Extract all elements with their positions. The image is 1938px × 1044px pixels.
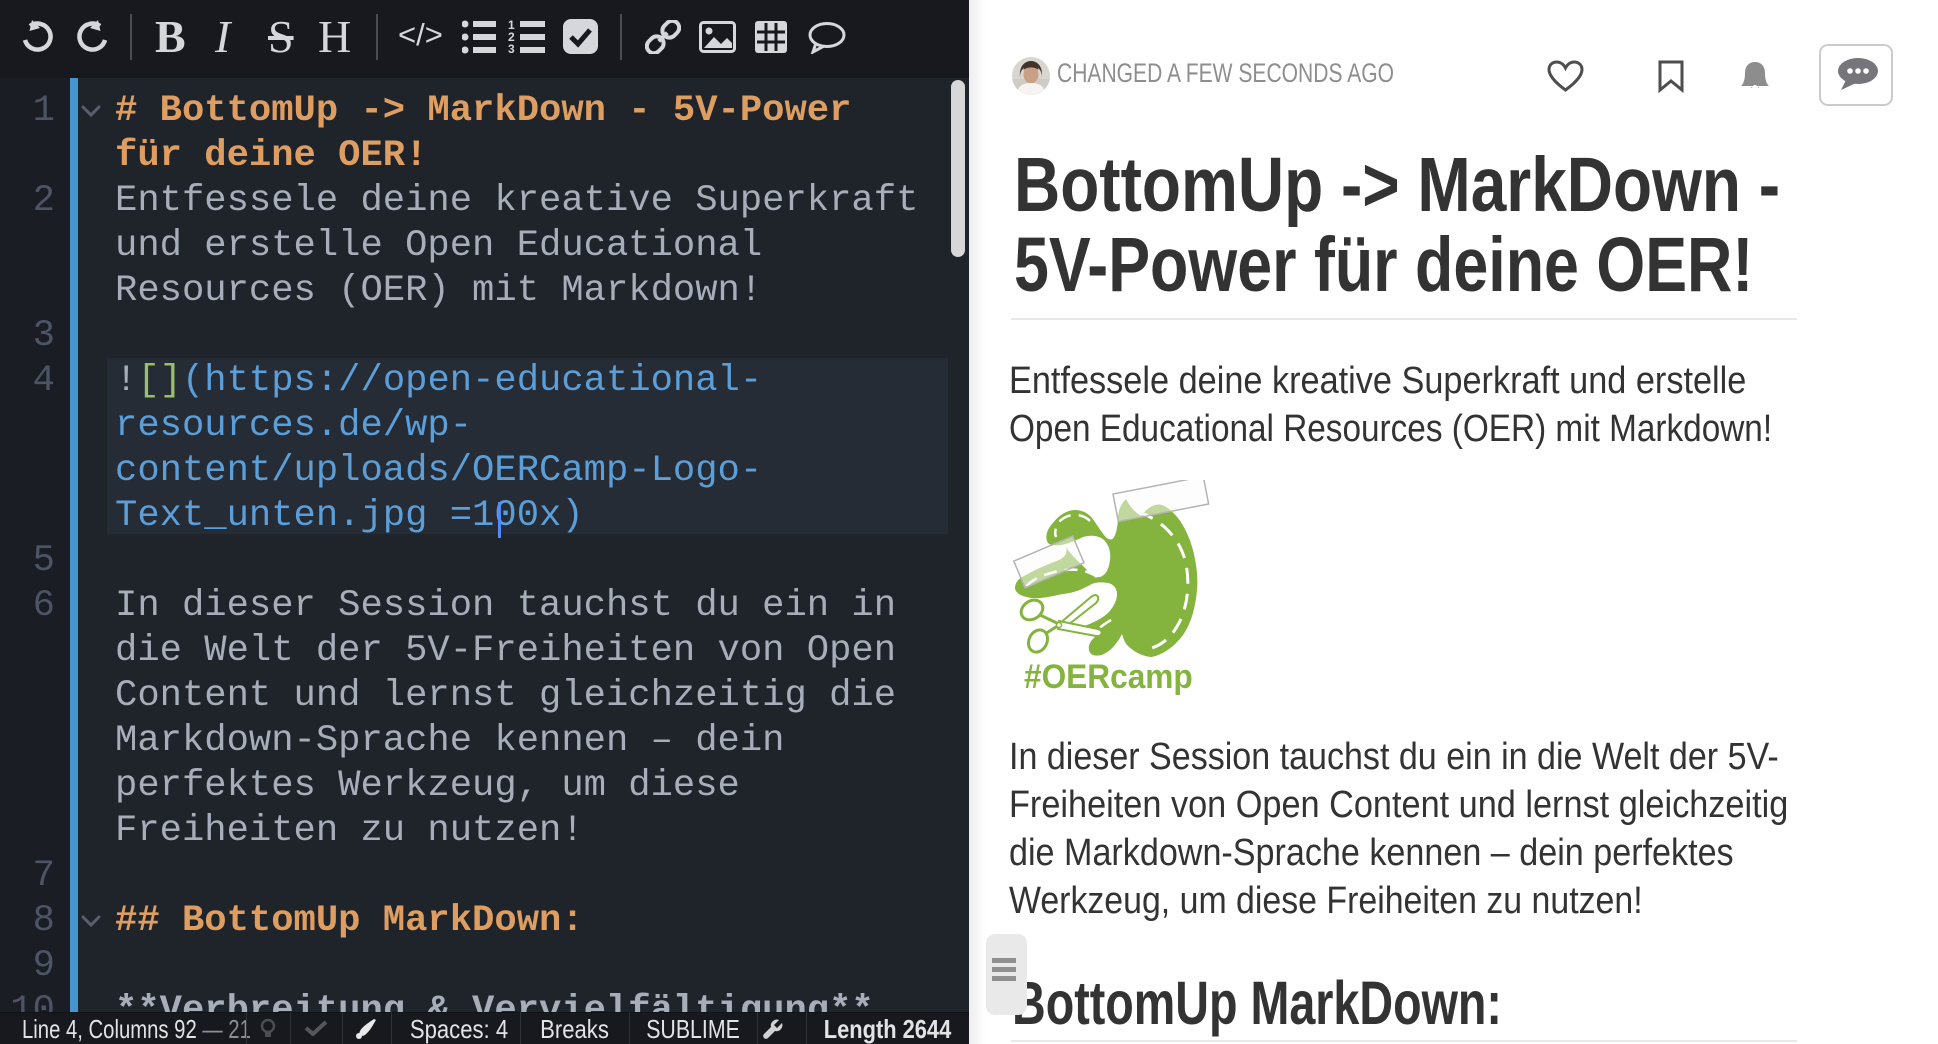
svg-text:3: 3 [508,42,515,54]
